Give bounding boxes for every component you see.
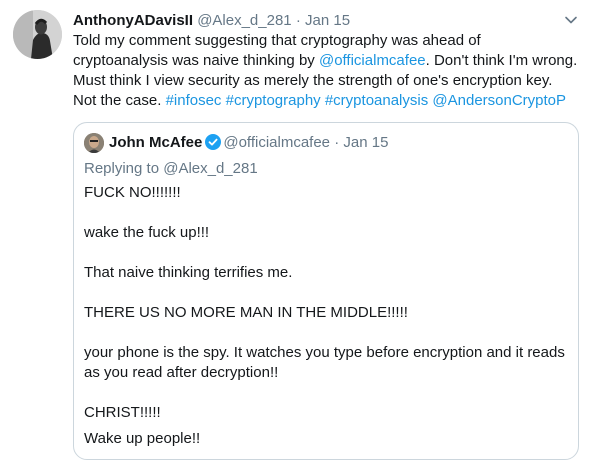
quoted-author-name[interactable]: John McAfee (109, 134, 202, 151)
quoted-date[interactable]: Jan 15 (343, 134, 388, 151)
mention-officialmcafee[interactable]: @officialmcafee (319, 52, 426, 69)
quoted-header: John McAfee @officialmcafee · Jan 15 (109, 133, 388, 153)
quoted-author-avatar[interactable] (84, 133, 104, 153)
quoted-line: CHRIST!!!!! (84, 404, 161, 421)
quoted-author-handle[interactable]: @officialmcafee (223, 134, 330, 151)
author-handle[interactable]: @Alex_d_281 (197, 12, 291, 29)
author-avatar[interactable] (13, 10, 62, 59)
hashtag-cryptoanalysis[interactable]: #cryptoanalysis (325, 92, 428, 109)
replying-to: Replying to @Alex_d_281 (84, 159, 258, 179)
more-options-button[interactable] (563, 12, 579, 28)
avatar-image (13, 10, 62, 59)
quoted-line: wake the fuck up!!! (84, 224, 210, 241)
tweet-header: AnthonyADavisII @Alex_d_281 · Jan 15 (73, 11, 350, 31)
meta-separator: · (291, 12, 305, 29)
quoted-avatar-image (84, 133, 104, 153)
hashtag-infosec[interactable]: #infosec (166, 92, 222, 109)
quoted-line: Wake up people!! (84, 430, 201, 447)
tweet-date[interactable]: Jan 15 (305, 12, 350, 29)
author-name[interactable]: AnthonyADavisII (73, 12, 193, 29)
quoted-tweet[interactable]: John McAfee @officialmcafee · Jan 15 Rep… (73, 122, 579, 460)
quoted-line: FUCK NO!!!!!!! (84, 184, 181, 201)
replying-to-prefix: Replying to (84, 160, 164, 177)
quoted-line: THERE US NO MORE MAN IN THE MIDDLE!!!!! (84, 304, 408, 321)
replying-to-handle[interactable]: @Alex_d_281 (163, 160, 257, 177)
tweet-text: Told my comment suggesting that cryptogr… (73, 31, 578, 111)
tweet[interactable]: AnthonyADavisII @Alex_d_281 · Jan 15 Tol… (0, 0, 590, 464)
quoted-line: That naive thinking terrifies me. (84, 264, 293, 281)
chevron-down-icon (565, 16, 577, 24)
quoted-line: your phone is the spy. It watches you ty… (84, 344, 565, 381)
mention-andersoncryptop[interactable]: @AndersonCryptoP (432, 92, 566, 109)
verified-badge-icon (205, 134, 222, 150)
quoted-meta-separator: · (330, 134, 344, 151)
hashtag-cryptography[interactable]: #cryptography (226, 92, 321, 109)
